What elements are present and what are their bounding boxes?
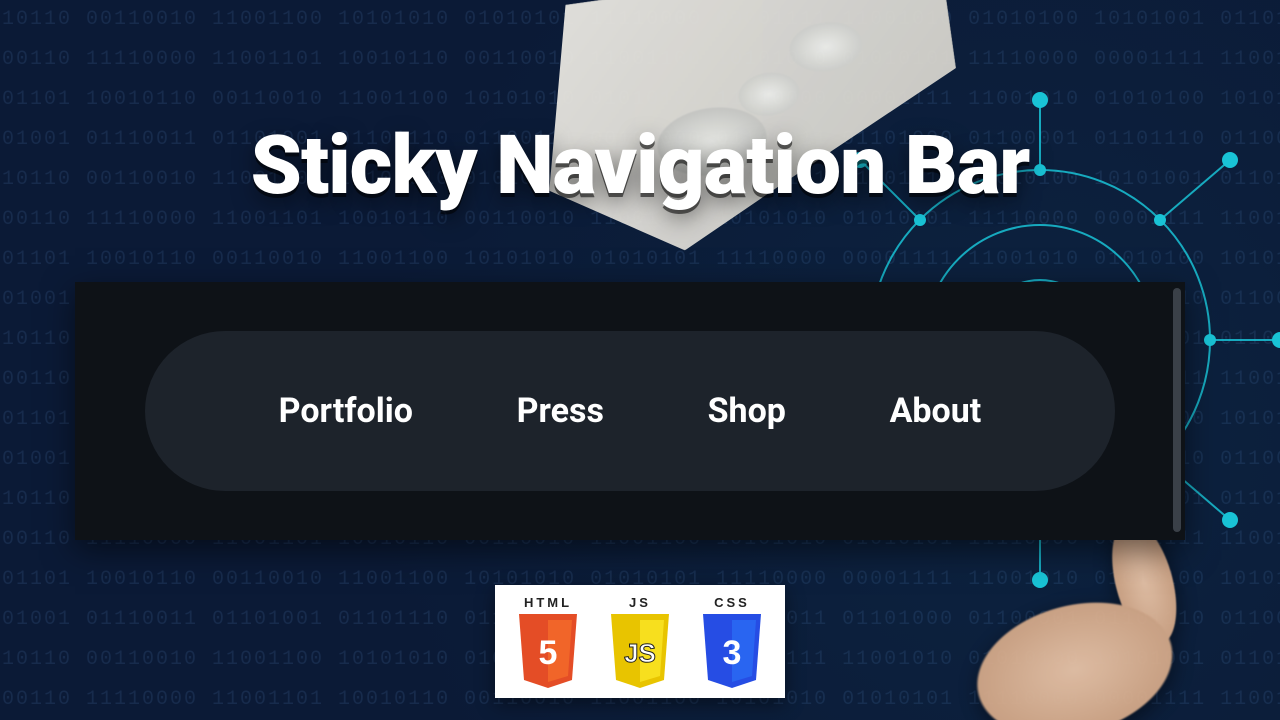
- nav-item-shop[interactable]: Shop: [708, 391, 786, 431]
- css3-badge: CSS 3: [693, 595, 771, 688]
- nav-item-portfolio[interactable]: Portfolio: [279, 391, 413, 431]
- scrollbar[interactable]: [1173, 288, 1181, 532]
- svg-text:5: 5: [539, 634, 558, 672]
- nav-item-press[interactable]: Press: [517, 391, 604, 431]
- sticky-nav: Portfolio Press Shop About: [145, 331, 1115, 491]
- svg-text:JS: JS: [624, 638, 656, 668]
- tech-badges: HTML 5 JS JS CSS 3: [495, 585, 785, 698]
- html5-shield-icon: 5: [515, 614, 581, 688]
- js-badge: JS JS: [601, 595, 679, 688]
- page-title: Sticky Navigation Bar: [0, 118, 1280, 214]
- js-badge-label: JS: [629, 595, 651, 610]
- html5-badge-label: HTML: [524, 595, 572, 610]
- nav-item-about[interactable]: About: [890, 391, 982, 431]
- js-shield-icon: JS: [607, 614, 673, 688]
- css3-shield-icon: 3: [699, 614, 765, 688]
- css3-badge-label: CSS: [714, 595, 750, 610]
- nav-panel: Portfolio Press Shop About: [75, 282, 1185, 540]
- html5-badge: HTML 5: [509, 595, 587, 688]
- svg-text:3: 3: [723, 634, 742, 672]
